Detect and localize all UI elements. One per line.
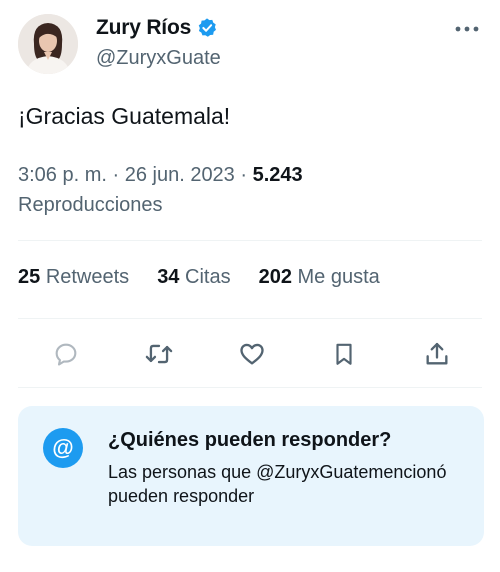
divider bbox=[18, 318, 482, 319]
quotes-stat[interactable]: 34 Citas bbox=[157, 266, 230, 289]
author-handle[interactable]: @ZuryxGuate bbox=[96, 47, 221, 70]
retweet-icon[interactable] bbox=[143, 338, 175, 370]
likes-label: Me gusta bbox=[297, 266, 380, 288]
bookmark-icon[interactable] bbox=[328, 338, 360, 370]
share-icon[interactable] bbox=[421, 338, 453, 370]
likes-count: 202 bbox=[258, 266, 292, 288]
views-count: 5.243 bbox=[252, 164, 303, 186]
author-display-name[interactable]: Zury Ríos bbox=[96, 16, 191, 40]
divider bbox=[18, 240, 482, 241]
reply-restriction-title: ¿Quiénes pueden responder? bbox=[108, 429, 392, 451]
likes-stat[interactable]: 202 Me gusta bbox=[259, 266, 380, 289]
reply-icon[interactable] bbox=[50, 338, 82, 370]
tweet-text: ¡Gracias Guatemala! bbox=[18, 103, 231, 129]
quotes-label: Citas bbox=[185, 266, 231, 288]
reply-restriction-box: @ ¿Quiénes pueden responder? Las persona… bbox=[18, 406, 484, 546]
retweets-label: Retweets bbox=[45, 266, 130, 288]
retweets-count: 25 bbox=[18, 266, 41, 288]
tweet-meta: 3:06 p. m. · 26 jun. 2023 · 5.243 Reprod… bbox=[18, 160, 478, 220]
tweet-stats: 25 Retweets 34 Citas 202 Me gusta bbox=[18, 266, 408, 289]
retweets-stat[interactable]: 25 Retweets bbox=[18, 266, 129, 289]
like-icon[interactable] bbox=[236, 338, 268, 370]
reply-restriction-description: Las personas que @ZuryxGuatemencionó pue… bbox=[108, 462, 447, 506]
tweet-actions bbox=[0, 330, 500, 376]
tweet-timestamp[interactable]: 3:06 p. m. · 26 jun. 2023 · bbox=[18, 164, 253, 186]
verified-badge-icon bbox=[196, 17, 218, 39]
author-name-row: Zury Ríos bbox=[96, 16, 218, 40]
views-label: Reproducciones bbox=[18, 194, 163, 216]
avatar-image bbox=[18, 14, 78, 74]
mention-icon: @ bbox=[43, 428, 83, 468]
tweet-detail: Zury Ríos @ZuryxGuate ¡Gracias Guatemala… bbox=[0, 0, 500, 572]
more-options-icon[interactable] bbox=[452, 18, 482, 40]
avatar[interactable] bbox=[18, 14, 78, 74]
divider bbox=[18, 387, 482, 388]
quotes-count: 34 bbox=[157, 266, 180, 288]
